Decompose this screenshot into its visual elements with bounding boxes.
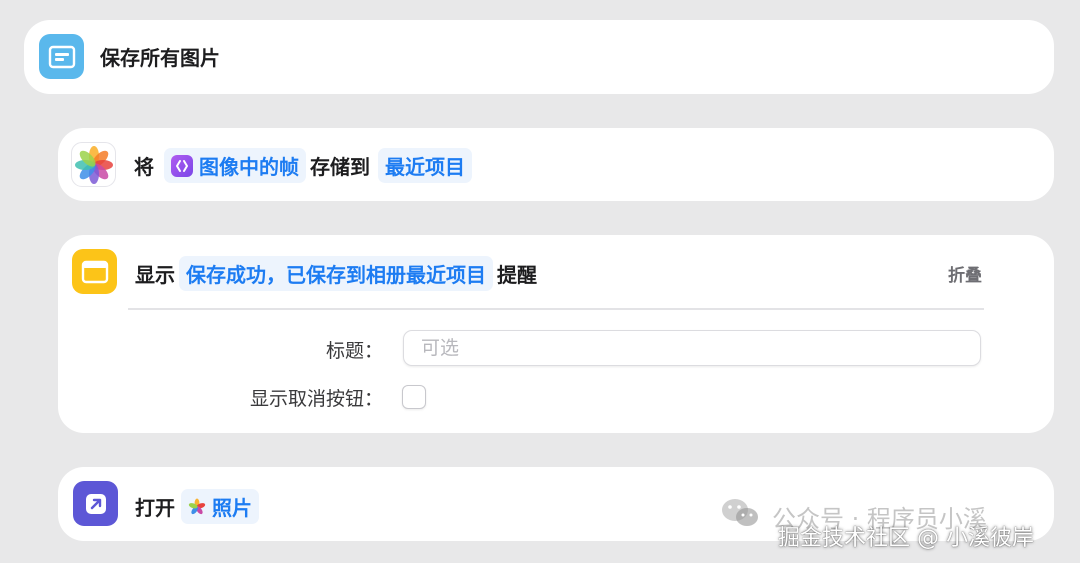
input-variable-token[interactable]: 图像中的帧 [164, 148, 306, 183]
show-cancel-checkbox[interactable] [402, 385, 426, 409]
alert-message-token[interactable]: 保存成功，已保存到相册最近项目 [179, 256, 493, 291]
album-token[interactable]: 最近项目 [378, 148, 472, 183]
photos-mini-icon [188, 498, 206, 516]
title-input[interactable] [403, 330, 981, 366]
wechat-icon [720, 496, 760, 536]
open-app-icon [73, 481, 118, 526]
alert-window-icon [72, 249, 117, 294]
app-token[interactable]: 照片 [181, 489, 259, 524]
section-divider [128, 308, 984, 310]
shortcut-header-card: 保存所有图片 [24, 20, 1054, 94]
save-middle-text: 存储到 [310, 155, 370, 179]
input-variable-label: 图像中的帧 [199, 155, 299, 179]
shortcut-title[interactable]: 保存所有图片 [100, 42, 220, 71]
shortcut-window-icon [39, 34, 84, 79]
save-prefix-text: 将 [134, 155, 154, 179]
open-prefix-text: 打开 [135, 496, 175, 520]
photos-app-icon [71, 142, 116, 187]
collapse-button[interactable]: 折叠 [948, 261, 982, 286]
cancel-button-label: 显示取消按钮： [249, 388, 383, 410]
title-field-label: 标题： [325, 340, 383, 362]
juejin-watermark: 掘金技术社区 @ 小溪彼岸 [778, 526, 1034, 551]
save-to-album-action[interactable]: 将 图像中的帧 存储到 最近项目 [58, 128, 1054, 201]
app-token-label: 照片 [212, 496, 252, 520]
alert-suffix-text: 提醒 [497, 263, 537, 287]
shortcuts-magic-variable-icon [171, 154, 193, 177]
alert-prefix-text: 显示 [135, 263, 175, 287]
show-alert-action[interactable]: 显示 保存成功，已保存到相册最近项目 提醒 折叠 标题： 显示取消按钮： [58, 235, 1054, 433]
